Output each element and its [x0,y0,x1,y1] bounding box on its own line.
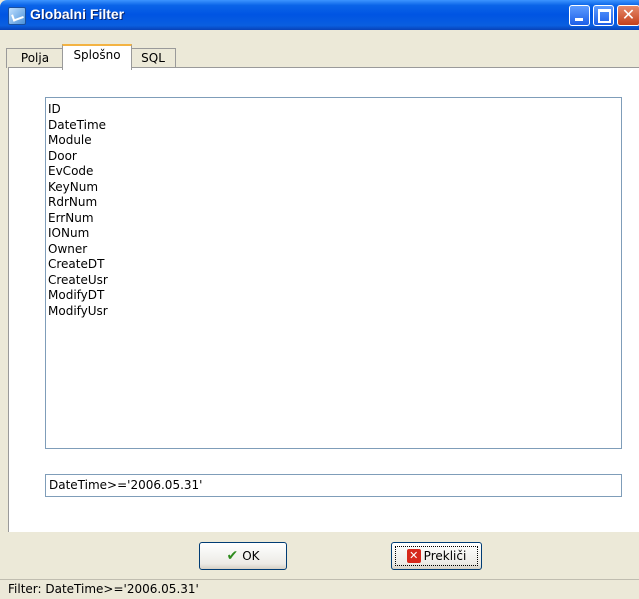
tab-sql[interactable]: SQL [130,48,176,68]
dialog-window: Globalni Filter ✕ Polja Splošno SQL ID D… [0,0,639,599]
list-item[interactable]: Door [48,149,619,165]
app-icon [8,7,26,25]
list-item[interactable]: CreateUsr [48,273,619,289]
list-item[interactable]: ModifyUsr [48,304,619,320]
list-item[interactable]: Module [48,133,619,149]
tab-splosno[interactable]: Splošno [62,44,132,70]
cancel-button-label: Prekliči [423,549,467,563]
list-item[interactable]: KeyNum [48,180,619,196]
list-item[interactable]: ID [48,102,619,118]
list-item[interactable]: Owner [48,242,619,258]
cancel-button[interactable]: ✕ Prekliči [391,542,482,570]
list-item[interactable]: IONum [48,226,619,242]
tab-strip: Polja Splošno SQL [6,44,639,70]
red-x-icon: ✕ [406,549,421,563]
ok-button[interactable]: ✔ OK [199,542,287,570]
status-text: Filter: DateTime>='2006.05.31' [8,582,199,596]
list-item[interactable]: ErrNum [48,211,619,227]
maximize-button[interactable] [593,5,614,26]
checkmark-icon: ✔ [226,548,239,564]
window-title: Globalni Filter [30,6,125,22]
tab-polja[interactable]: Polja [6,48,64,68]
button-bar: ✔ OK ✕ Prekliči [0,532,639,579]
field-list[interactable]: ID DateTime Module Door EvCode KeyNum Rd… [45,97,622,449]
list-item[interactable]: DateTime [48,118,619,134]
status-bar: Filter: DateTime>='2006.05.31' [0,579,639,599]
list-item[interactable]: EvCode [48,164,619,180]
close-icon: ✕ [621,5,636,24]
close-button[interactable]: ✕ [617,5,639,26]
minimize-icon [575,18,583,21]
filter-expression-input[interactable]: DateTime>='2006.05.31' [45,474,622,497]
list-item[interactable]: RdrNum [48,195,619,211]
title-bar[interactable]: Globalni Filter ✕ [0,0,639,30]
maximize-icon [598,9,611,23]
minimize-button[interactable] [569,5,590,26]
list-item[interactable]: CreateDT [48,257,619,273]
list-item[interactable]: ModifyDT [48,288,619,304]
ok-button-label: OK [242,549,260,563]
